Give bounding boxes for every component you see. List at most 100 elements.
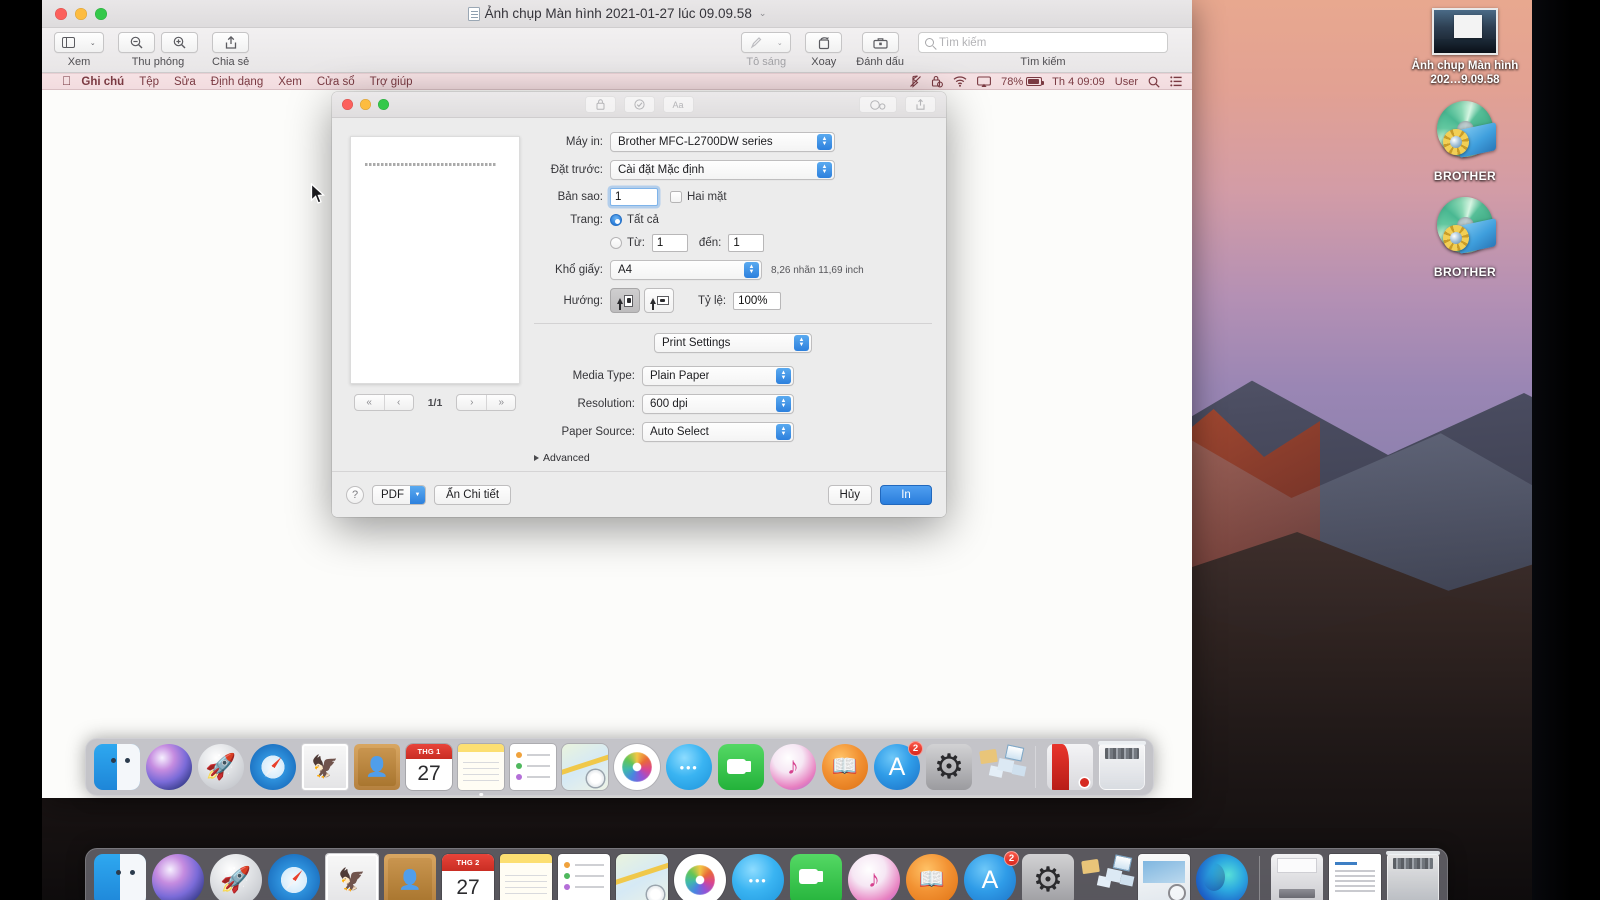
paper-source-select[interactable]: Auto Select ▲▼ <box>642 422 794 442</box>
markup-button[interactable] <box>862 32 899 53</box>
dock-item-finder[interactable] <box>94 744 140 790</box>
inner-menubar[interactable]:  Ghi chú Tệp Sửa Định dạng Xem Cửa sổ T… <box>42 73 1192 90</box>
hide-details-button[interactable]: Ẩn Chi tiết <box>434 485 511 505</box>
chevron-updown-icon[interactable]: ▲▼ <box>817 134 832 150</box>
printer-select[interactable]: Brother MFC-L2700DW series ▲▼ <box>610 132 835 152</box>
dock-item-edge-browser[interactable] <box>1196 854 1248 900</box>
dock-item-calendar[interactable]: THG 227 <box>442 854 494 900</box>
rotate-button[interactable] <box>805 32 842 53</box>
desktop-icon-brother-volume-1[interactable]: BROTHER <box>1400 101 1530 183</box>
chevron-updown-icon[interactable]: ▲▼ <box>817 162 832 178</box>
first-page-button[interactable]: « <box>355 395 384 410</box>
print-dialog-titlebar[interactable]: Aa <box>332 92 946 118</box>
dock-item-image-capture[interactable] <box>1080 854 1132 900</box>
apple-logo-icon[interactable]:  <box>62 75 71 88</box>
search-input[interactable]: Tìm kiếm <box>918 32 1168 53</box>
dock-item-itunes[interactable] <box>848 854 900 900</box>
lock-icon[interactable] <box>585 96 616 113</box>
last-page-button[interactable]: » <box>486 395 515 410</box>
dock-item-system-preferences[interactable] <box>926 744 972 790</box>
dock-item-finder[interactable] <box>94 854 146 900</box>
dock-item-reminders[interactable] <box>558 854 610 900</box>
view-button[interactable]: ⌄ <box>54 32 104 53</box>
spotlight-search-icon[interactable] <box>1148 76 1160 88</box>
dock-item-siri[interactable] <box>146 744 192 790</box>
media-type-select[interactable]: Plain Paper ▲▼ <box>642 366 794 386</box>
dock-item-messages[interactable] <box>732 854 784 900</box>
menubar-clock[interactable]: Th 4 09:09 <box>1052 76 1105 88</box>
chevron-updown-icon[interactable]: ▲▼ <box>776 396 791 412</box>
dock-item-system-preferences[interactable] <box>1022 854 1074 900</box>
chevron-updown-icon[interactable]: ▲▼ <box>744 262 759 278</box>
bluetooth-off-icon[interactable] <box>910 75 921 88</box>
menu-item-file[interactable]: Tệp <box>139 76 159 88</box>
preset-select[interactable]: Cài đặt Mặc định ▲▼ <box>610 160 835 180</box>
dock-item-contacts[interactable] <box>354 744 400 790</box>
control-center-icon[interactable] <box>1170 76 1182 87</box>
dock-item-trash[interactable] <box>1387 854 1439 900</box>
dock-item-launchpad[interactable] <box>210 854 262 900</box>
chevron-down-icon[interactable]: ⌄ <box>777 39 783 47</box>
dock-item-red-utility-app[interactable] <box>1047 744 1093 790</box>
dock-item-photos[interactable] <box>614 744 660 790</box>
text-format-icon[interactable]: Aa <box>663 96 694 113</box>
dock-inner-screenshot[interactable]: THG 127 2 <box>85 738 1154 796</box>
dock-item-launchpad[interactable] <box>198 744 244 790</box>
print-pane-select[interactable]: Print Settings ▲▼ <box>654 333 812 353</box>
dock-item-notes[interactable] <box>500 854 552 900</box>
menu-item-edit[interactable]: Sửa <box>174 76 196 88</box>
dock-item-trash[interactable] <box>1099 744 1145 790</box>
chevron-updown-icon[interactable]: ▲▼ <box>776 424 791 440</box>
window-titlebar[interactable]: Ảnh chụp Màn hình 2021-01-27 lúc 09.09.5… <box>42 0 1192 28</box>
pdf-button[interactable]: PDF ▼ <box>372 485 426 505</box>
menu-item-help[interactable]: Trợ giúp <box>370 76 413 88</box>
orientation-portrait-icon[interactable] <box>610 288 640 313</box>
menubar-user[interactable]: User <box>1115 76 1138 88</box>
dock-item-safari[interactable] <box>250 744 296 790</box>
print-dialog[interactable]: Aa <box>332 92 946 517</box>
menu-item-window[interactable]: Cửa sổ <box>317 76 355 88</box>
pages-range-radio[interactable] <box>610 237 622 249</box>
print-button[interactable]: In <box>880 485 932 505</box>
media-icon[interactable] <box>859 96 897 113</box>
pages-to-input[interactable]: 1 <box>728 234 764 252</box>
desktop-icon-brother-volume-2[interactable]: BROTHER <box>1400 197 1530 279</box>
orientation-landscape-icon[interactable] <box>644 288 674 313</box>
help-button[interactable]: ? <box>346 486 364 504</box>
dock-item-facetime[interactable] <box>790 854 842 900</box>
dock-item-calendar[interactable]: THG 127 <box>406 744 452 790</box>
dock-item-maps[interactable] <box>562 744 608 790</box>
dock-item-app-store[interactable]: 2 <box>874 744 920 790</box>
dock-item-contacts[interactable] <box>384 854 436 900</box>
dock-item-facetime[interactable] <box>718 744 764 790</box>
desktop-icon-screenshot-file[interactable]: Ảnh chụp Màn hình 202…9.09.58 <box>1400 8 1530 87</box>
airplay-icon[interactable] <box>977 76 991 88</box>
scale-input[interactable]: 100% <box>733 292 781 310</box>
pager-prev-group[interactable]: « ‹ <box>354 394 414 411</box>
dock-item-notes[interactable] <box>458 744 504 790</box>
notes-toolbar[interactable]: ⌄ Xem <box>42 28 1192 73</box>
dock-item-app-store[interactable]: 2 <box>964 854 1016 900</box>
wifi-icon[interactable] <box>953 76 967 87</box>
dock-item-maps[interactable] <box>616 854 668 900</box>
pages-all-radio[interactable] <box>610 214 622 226</box>
share-icon[interactable] <box>905 96 936 113</box>
zoom-out-button[interactable] <box>118 32 155 53</box>
zoom-in-button[interactable] <box>161 32 198 53</box>
dock-item-siri[interactable] <box>152 854 204 900</box>
dock-item-reminders[interactable] <box>510 744 556 790</box>
dock-desktop[interactable]: THG 227 2 <box>85 848 1448 900</box>
menu-item-format[interactable]: Định dạng <box>211 76 263 88</box>
dock-item-ibooks[interactable] <box>822 744 868 790</box>
pager-next-group[interactable]: › » <box>456 394 516 411</box>
check-circle-icon[interactable] <box>624 96 655 113</box>
dock-item-image-capture[interactable] <box>978 744 1024 790</box>
dock-item-mail[interactable] <box>326 854 378 900</box>
highlight-button[interactable]: ⌄ <box>741 32 791 53</box>
next-page-button[interactable]: › <box>457 395 486 410</box>
prev-page-button[interactable]: ‹ <box>384 395 413 410</box>
paper-size-select[interactable]: A4 ▲▼ <box>610 260 762 280</box>
cancel-button[interactable]: Hủy <box>828 485 872 505</box>
dock-item-document[interactable] <box>1329 854 1381 900</box>
lock-shield-icon[interactable] <box>931 75 943 88</box>
